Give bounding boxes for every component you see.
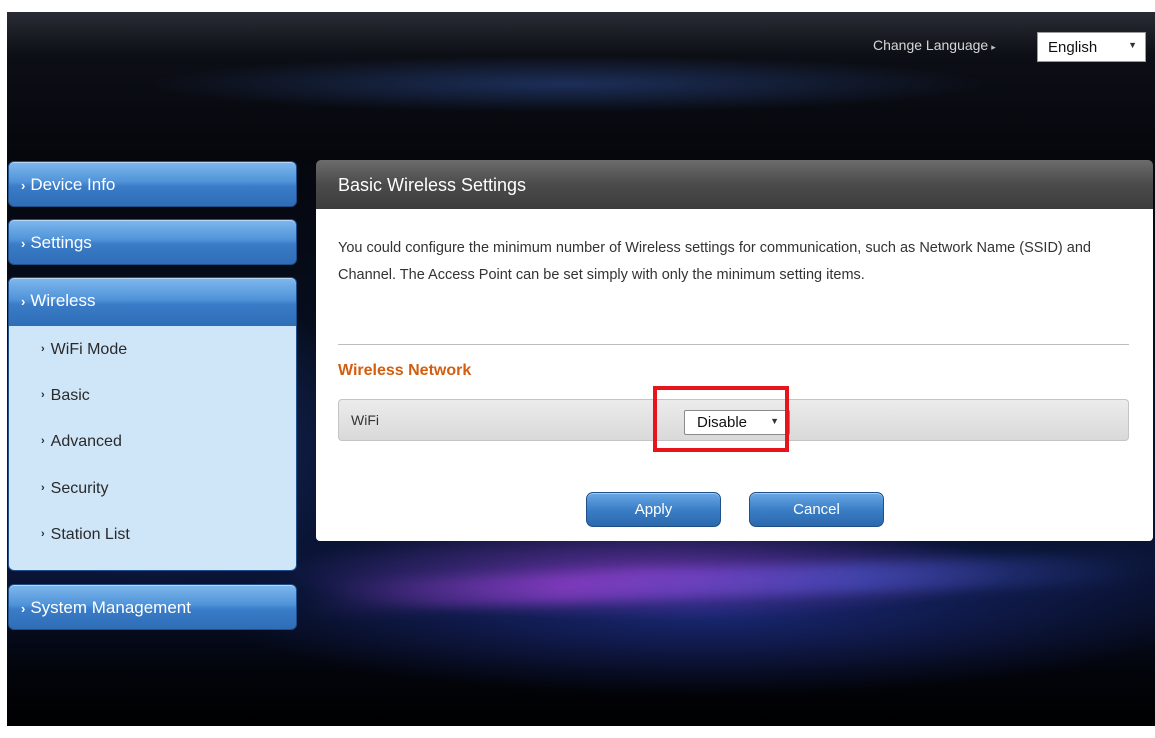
chevron-right-icon: › (21, 178, 26, 193)
page-description: You could configure the minimum number o… (338, 240, 1091, 283)
chevron-right-icon: › (41, 343, 45, 355)
submenu-item-label: WiFi Mode (50, 341, 128, 358)
wifi-label: WiFi (351, 412, 379, 428)
sidebar-item-settings[interactable]: › Settings (8, 219, 297, 265)
background-light-streak (306, 552, 1155, 612)
submenu-item-label: Station List (50, 526, 130, 543)
highlight-box (653, 386, 789, 452)
submenu-item-wifi-mode[interactable]: › WiFi Mode (41, 341, 127, 359)
section-title: Wireless Network (338, 362, 472, 379)
sidebar-item-wireless[interactable]: › Wireless (8, 277, 297, 327)
dropdown-caret-icon: ▼ (1128, 40, 1137, 50)
panel-header: Basic Wireless Settings (316, 160, 1153, 209)
language-select[interactable]: English ▼ (1037, 32, 1146, 62)
sidebar-item-label: Settings (30, 233, 92, 252)
submenu-item-label: Advanced (50, 433, 122, 450)
change-language-label: Change Language ▸ (873, 37, 996, 53)
submenu-item-security[interactable]: › Security (41, 480, 108, 498)
chevron-right-icon: › (41, 528, 45, 540)
submenu-item-basic[interactable]: › Basic (41, 387, 90, 405)
divider (338, 344, 1129, 345)
chevron-right-icon: › (21, 236, 26, 251)
sidebar-item-device-info[interactable]: › Device Info (8, 161, 297, 207)
submenu-item-label: Security (50, 480, 109, 497)
sidebar-item-label: Device Info (30, 175, 116, 194)
sidebar-item-label: System Management (30, 598, 191, 617)
sidebar-item-label: Wireless (30, 291, 96, 310)
chevron-right-icon: › (41, 389, 45, 401)
change-language-text: Change Language (873, 37, 989, 53)
submenu-item-label: Basic (50, 387, 90, 404)
submenu-item-advanced[interactable]: › Advanced (41, 433, 122, 451)
chevron-right-icon: › (21, 601, 26, 616)
submenu-item-station-list[interactable]: › Station List (41, 526, 130, 544)
triangle-right-icon: ▸ (991, 42, 996, 52)
chevron-right-icon: › (41, 482, 45, 494)
page-title: Basic Wireless Settings (338, 175, 527, 195)
cancel-button[interactable]: Cancel (749, 492, 884, 527)
apply-button[interactable]: Apply (586, 492, 721, 527)
chevron-right-icon: › (21, 294, 26, 309)
wireless-submenu: › WiFi Mode › Basic › Advanced › Security › S… (8, 326, 297, 571)
sidebar-item-system-management[interactable]: › System Management (8, 584, 297, 630)
chevron-right-icon: › (41, 435, 45, 447)
panel-body: You could configure the minimum number o… (316, 209, 1153, 541)
language-select-value: English (1048, 39, 1098, 56)
